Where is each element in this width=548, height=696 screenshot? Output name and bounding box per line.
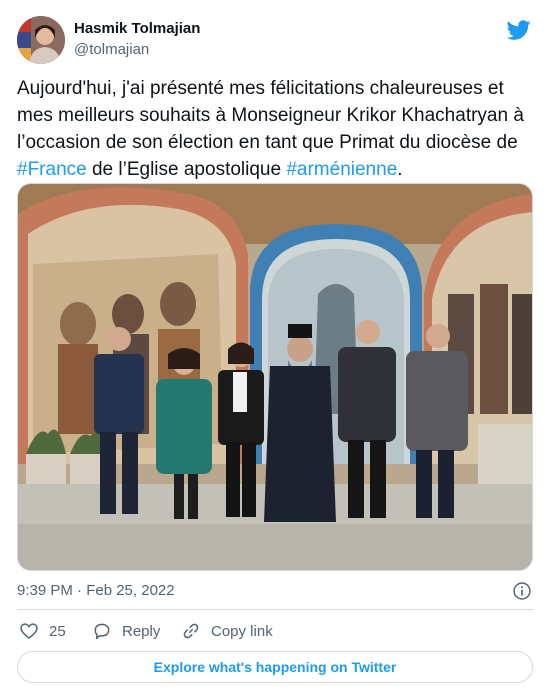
like-count: 25 <box>49 622 66 640</box>
copy-link-button[interactable]: Copy link <box>181 620 273 642</box>
tweet-text-part: de l’Eglise apostolique <box>86 159 287 180</box>
explore-button[interactable]: Explore what's happening on Twitter <box>17 651 533 683</box>
info-icon[interactable] <box>512 581 532 601</box>
reply-button[interactable]: Reply <box>92 620 160 642</box>
reply-bubble-icon <box>94 623 110 640</box>
reply-label: Reply <box>122 622 161 640</box>
twitter-bird-icon[interactable] <box>507 18 531 42</box>
link-icon <box>183 623 199 639</box>
hashtag-france[interactable]: #France <box>17 159 87 180</box>
divider <box>17 609 533 610</box>
tweet-timestamp[interactable]: 9:39 PM · Feb 25, 2022 <box>17 582 175 599</box>
author-handle[interactable]: @tolmajian <box>74 41 149 58</box>
copy-link-label: Copy link <box>211 622 273 640</box>
like-button[interactable]: 25 <box>19 620 66 642</box>
hashtag-armenienne[interactable]: #arménienne <box>286 159 397 180</box>
tweet-text-part: Aujourd'hui, j'ai présenté mes félicitat… <box>17 78 524 153</box>
tweet-text-part: . <box>397 159 403 180</box>
tweet-photo[interactable] <box>17 183 533 571</box>
tweet-text: Aujourd'hui, j'ai présenté mes félicitat… <box>17 75 535 183</box>
avatar[interactable] <box>17 16 65 64</box>
tweet-card: Hasmik Tolmajian @tolmajian Aujourd'hui,… <box>0 0 548 696</box>
author-name[interactable]: Hasmik Tolmajian <box>74 20 200 37</box>
heart-icon <box>20 623 38 640</box>
